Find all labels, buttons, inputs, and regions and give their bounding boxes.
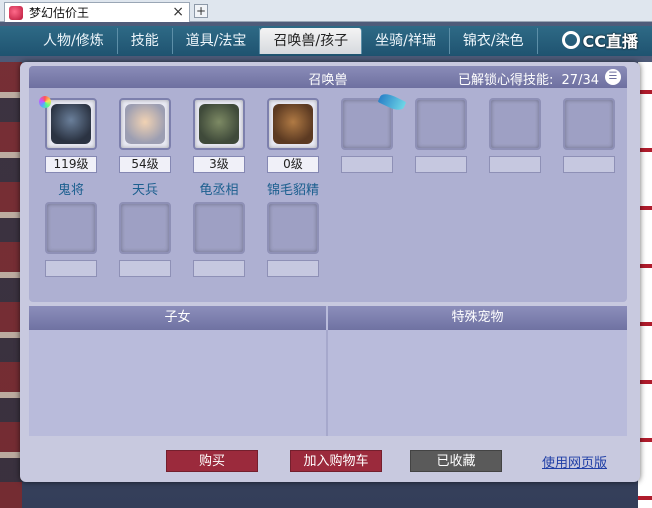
pet-portrait-jinmaodiaojing	[273, 104, 313, 144]
pet-slot-1[interactable]	[45, 98, 97, 150]
nav-tab-summons[interactable]: 召唤兽/孩子	[260, 28, 363, 54]
pet-slot-empty	[119, 202, 171, 254]
favorited-button[interactable]: 已收藏	[410, 450, 502, 472]
use-web-version-link[interactable]: 使用网页版	[542, 452, 607, 471]
list-icon[interactable]: ☰	[605, 69, 621, 85]
pet-level-3: 3级	[193, 156, 245, 173]
pet-slot-empty	[193, 202, 245, 254]
summon-panel: 召唤兽 已解锁心得技能: 27/34 ☰ 119级 54级 3级 0级 鬼将 天…	[20, 62, 640, 482]
close-tab-icon[interactable]: ×	[172, 4, 184, 20]
nav-tab-skills[interactable]: 技能	[118, 28, 173, 54]
pet-name-2[interactable]: 天兵	[110, 179, 180, 198]
pet-level-empty	[45, 260, 97, 277]
cc-logo-text: CC直播	[582, 32, 639, 51]
pet-slot-2[interactable]	[119, 98, 171, 150]
browser-tab[interactable]: 梦幻估价王 ×	[4, 2, 190, 22]
children-special-area: 子女 特殊宠物	[29, 306, 627, 436]
gem-icon	[39, 96, 51, 108]
pet-level-empty	[193, 260, 245, 277]
pet-name-3[interactable]: 龟丞相	[184, 179, 254, 198]
pet-slot-empty	[489, 98, 541, 150]
pet-slot-empty	[415, 98, 467, 150]
pet-portrait-tianbing	[125, 104, 165, 144]
children-header: 子女	[29, 306, 326, 330]
pet-level-2: 54级	[119, 156, 171, 173]
pet-level-empty	[415, 156, 467, 173]
pet-level-empty	[489, 156, 541, 173]
pet-name-4[interactable]: 锦毛貂精	[258, 179, 328, 198]
browser-tab-title: 梦幻估价王	[29, 6, 90, 20]
pet-slot-empty	[45, 202, 97, 254]
summon-header: 召唤兽 已解锁心得技能: 27/34 ☰	[29, 66, 627, 88]
pet-level-empty	[341, 156, 393, 173]
app-favicon-icon	[9, 5, 23, 20]
pet-level-1: 119级	[45, 156, 97, 173]
cc-logo-icon	[561, 31, 580, 49]
skill-unlock-status: 已解锁心得技能: 27/34	[458, 69, 599, 88]
pet-portrait-guijiang	[51, 104, 91, 144]
summon-list-area: 召唤兽 已解锁心得技能: 27/34 ☰ 119级 54级 3级 0级 鬼将 天…	[29, 66, 627, 302]
pet-level-empty	[563, 156, 615, 173]
buy-button[interactable]: 购买	[166, 450, 258, 472]
section-divider	[326, 330, 328, 436]
pet-portrait-guichengxiang	[199, 104, 239, 144]
new-tab-button[interactable]: +	[194, 4, 208, 18]
nav-tab-character[interactable]: 人物/修炼	[30, 28, 118, 54]
nav-tab-outfits[interactable]: 锦衣/染色	[450, 28, 538, 54]
pet-level-empty	[119, 260, 171, 277]
pet-level-empty	[267, 260, 319, 277]
nav-tab-items[interactable]: 道具/法宝	[173, 28, 261, 54]
pet-slot-empty	[267, 202, 319, 254]
nav-tab-mounts[interactable]: 坐骑/祥瑞	[362, 28, 450, 54]
left-side-list	[0, 62, 22, 508]
category-nav: 人物/修炼 技能 道具/法宝 召唤兽/孩子 坐骑/祥瑞 锦衣/染色	[0, 26, 652, 56]
special-pets-header: 特殊宠物	[328, 306, 627, 330]
cc-live-logo: CC直播	[561, 28, 639, 52]
pet-slot-3[interactable]	[193, 98, 245, 150]
pet-level-4: 0级	[267, 156, 319, 173]
browser-tab-strip: 梦幻估价王 × +	[0, 0, 652, 22]
skill-unlock-label: 已解锁心得技能:	[458, 73, 554, 88]
pet-name-1[interactable]: 鬼将	[36, 179, 106, 198]
pet-slot-empty	[563, 98, 615, 150]
skill-unlock-count: 27/34	[561, 73, 599, 88]
add-to-cart-button[interactable]: 加入购物车	[290, 450, 382, 472]
right-side-list	[638, 62, 652, 508]
pet-slot-4[interactable]	[267, 98, 319, 150]
